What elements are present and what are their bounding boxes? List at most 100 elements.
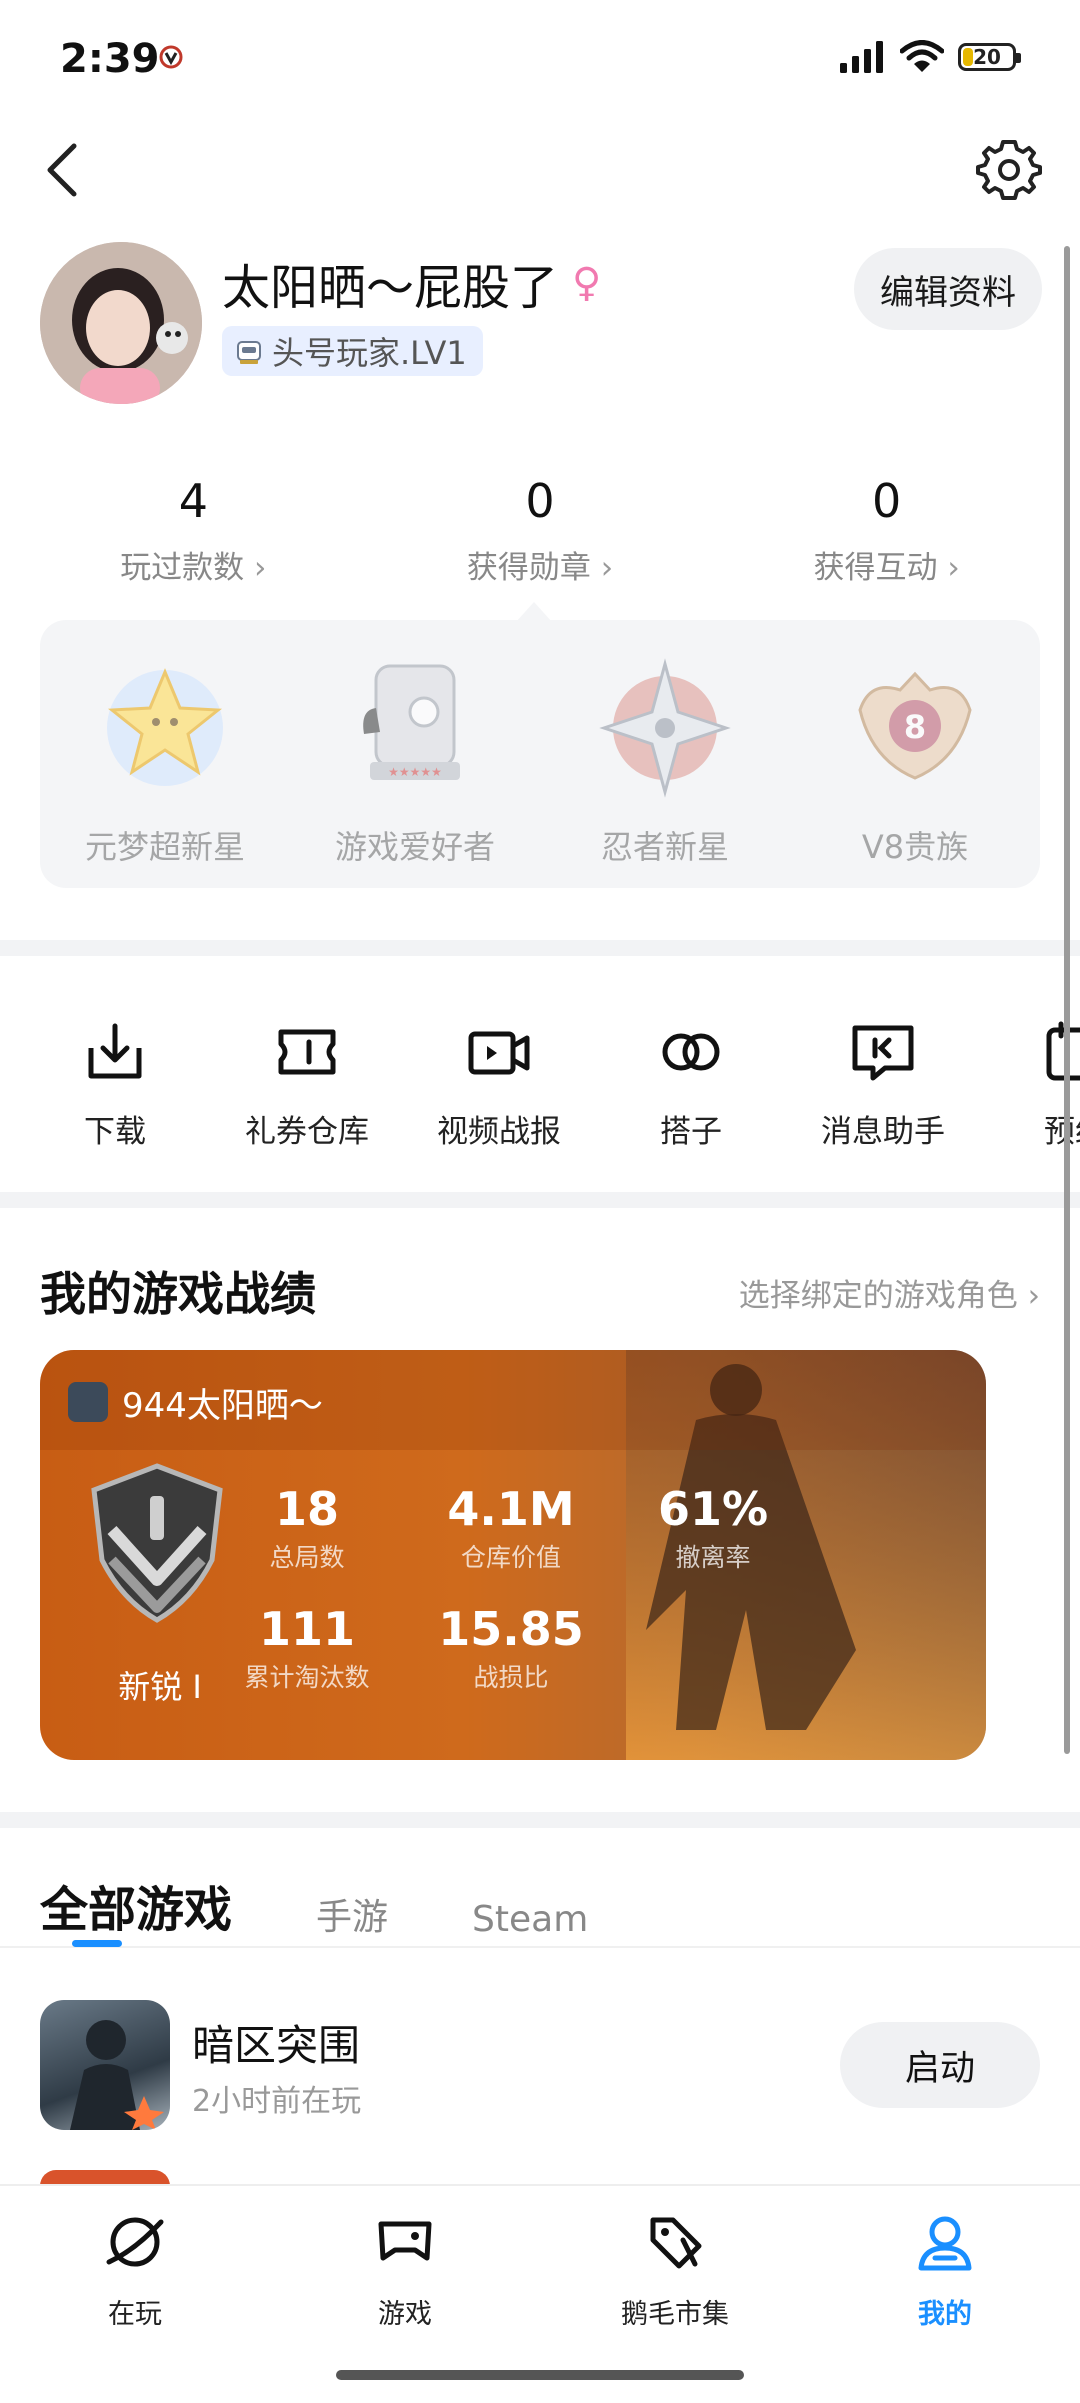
gamer-badge-icon: ★★★★★ [363, 664, 460, 780]
avatar-image [40, 242, 202, 404]
status-icons: 20 [840, 40, 1021, 74]
nav-label: 游戏 [378, 2299, 432, 2330]
record-stat-value: 111 [258, 1602, 356, 1656]
badge-item[interactable]: 8 V8贵族 [795, 650, 1035, 888]
record-stat-value: 18 [274, 1482, 339, 1536]
tool-download[interactable]: 下载 [20, 1018, 210, 1151]
tool-message[interactable]: 消息助手 [788, 1018, 978, 1151]
profile-stats: 4 玩过款数 0 获得勋章 0 获得互动 [0, 474, 1080, 587]
stat-medals[interactable]: 0 获得勋章 [390, 474, 690, 587]
tool-label: 下载 [84, 1114, 146, 1150]
stat-label: 获得互动 [737, 542, 1037, 587]
record-stat: 61% 撤离率 [618, 1482, 808, 1574]
v8-badge-icon: 8 [858, 671, 972, 780]
signal-icon [840, 41, 883, 73]
nav-market[interactable]: 鹅毛市集 [575, 2210, 775, 2331]
stat-value: 0 [872, 474, 902, 528]
badge-item[interactable]: 忍者新星 [545, 650, 785, 888]
record-stat-label: 总局数 [269, 1543, 345, 1572]
section-divider [0, 940, 1080, 956]
record-stat: 18 总局数 [212, 1482, 402, 1574]
username: 太阳晒～屁股了 [222, 260, 559, 316]
game-name: 暗区突围 [192, 2021, 361, 2070]
stat-label: 玩过款数 [43, 542, 343, 587]
nav-playing[interactable]: 在玩 [35, 2210, 235, 2331]
section-divider [0, 1192, 1080, 1208]
game-icon [68, 1382, 108, 1422]
star-badge-icon [107, 668, 223, 786]
record-stat-value: 61% [657, 1482, 769, 1536]
gamepad-icon [378, 2221, 432, 2261]
scrollbar[interactable] [1064, 246, 1070, 1754]
stat-games-played[interactable]: 4 玩过款数 [43, 474, 343, 587]
medals-panel: 元梦超新星 ★★★★★ 游戏爱好者 忍者新星 8 V8贵族 [40, 620, 1040, 888]
planet-icon [106, 2217, 164, 2267]
game-tabs: 全部游戏 手游 Steam [40, 1870, 588, 1940]
username-row: 太阳晒～屁股了 ♀ [222, 248, 601, 318]
tab-all-games[interactable]: 全部游戏 [40, 1870, 232, 1940]
shuriken-badge-icon [599, 658, 731, 798]
notification-app-icon [159, 45, 183, 69]
status-time: 2:39 [60, 36, 160, 82]
tool-partner[interactable]: 搭子 [596, 1018, 786, 1151]
record-header: 944太阳晒～ [40, 1350, 986, 1450]
game-icon [40, 2000, 170, 2130]
settings-gear-icon[interactable] [976, 136, 1042, 202]
nav-label: 鹅毛市集 [621, 2299, 729, 2330]
launch-game-button[interactable]: 启动 [840, 2022, 1040, 2108]
badge-label: 游戏爱好者 [334, 828, 495, 866]
level-badge[interactable]: 头号玩家.LV1 [222, 326, 483, 376]
status-bar: 2:39 20 [0, 0, 1080, 120]
player-level-icon [237, 341, 261, 364]
stat-value: 4 [178, 474, 208, 528]
active-tab-indicator [72, 1940, 122, 1947]
tools-row: 下载 礼券仓库 视频战报 搭子 消息助手 预约 [0, 1000, 1080, 1160]
battery-level: 20 [973, 45, 1001, 69]
level-text: 头号玩家.LV1 [272, 334, 467, 372]
record-stat: 15.85 战损比 [416, 1602, 606, 1694]
stat-interactions[interactable]: 0 获得互动 [737, 474, 1037, 587]
tool-coupon[interactable]: 礼券仓库 [212, 1018, 402, 1151]
profile-icon [918, 2216, 972, 2271]
avatar[interactable] [40, 242, 202, 404]
back-button[interactable] [36, 138, 96, 202]
wifi-icon [900, 40, 944, 72]
svg-text:8: 8 [904, 708, 926, 746]
tabs-divider [0, 1946, 1080, 1948]
nav-mine[interactable]: 我的 [845, 2210, 1045, 2331]
stat-value: 0 [525, 474, 555, 528]
badge-item[interactable]: 元梦超新星 [45, 650, 285, 888]
rank-shield-icon [91, 1463, 223, 1623]
section-divider [0, 1812, 1080, 1828]
bind-game-role-link[interactable]: 选择绑定的游戏角色 [739, 1270, 1040, 1315]
record-stat-label: 仓库价值 [460, 1543, 561, 1572]
record-stat-value: 15.85 [438, 1602, 584, 1656]
nav-label: 我的 [918, 2299, 972, 2330]
edit-profile-button[interactable]: 编辑资料 [854, 248, 1042, 330]
player-name: 944太阳晒～ [122, 1386, 323, 1426]
tag-icon [650, 2217, 702, 2269]
battery-icon: 20 [958, 43, 1021, 71]
record-stat: 111 累计淘汰数 [212, 1602, 402, 1694]
video-icon [468, 1031, 530, 1075]
record-stat-label: 战损比 [473, 1663, 549, 1692]
partner-icon [662, 1033, 720, 1071]
tool-label: 搭子 [660, 1114, 722, 1150]
message-icon [852, 1025, 914, 1081]
game-record-card[interactable]: 944太阳晒～ 新锐 I 18 总局数 4.1M 仓库价值 61% 撤离率 11… [40, 1350, 986, 1760]
tab-mobile-games[interactable]: 手游 [316, 1888, 388, 1940]
home-indicator[interactable] [336, 2370, 744, 2380]
record-stat-label: 撤离率 [675, 1543, 751, 1572]
nav-games[interactable]: 游戏 [305, 2210, 505, 2331]
badge-label: V8贵族 [861, 828, 969, 866]
tab-steam[interactable]: Steam [472, 1899, 588, 1940]
badge-label: 忍者新星 [600, 828, 729, 866]
game-last-played: 2小时前在玩 [192, 2084, 362, 2119]
badge-item[interactable]: ★★★★★ 游戏爱好者 [295, 650, 535, 888]
tool-video[interactable]: 视频战报 [404, 1018, 594, 1151]
record-stat-value: 4.1M [447, 1482, 575, 1536]
game-list-item[interactable]: 暗区突围 2小时前在玩 启动 [40, 2000, 1040, 2130]
game-record-title: 我的游戏战绩 [40, 1267, 316, 1321]
badge-label: 元梦超新星 [84, 828, 245, 866]
tool-label: 视频战报 [437, 1114, 561, 1150]
